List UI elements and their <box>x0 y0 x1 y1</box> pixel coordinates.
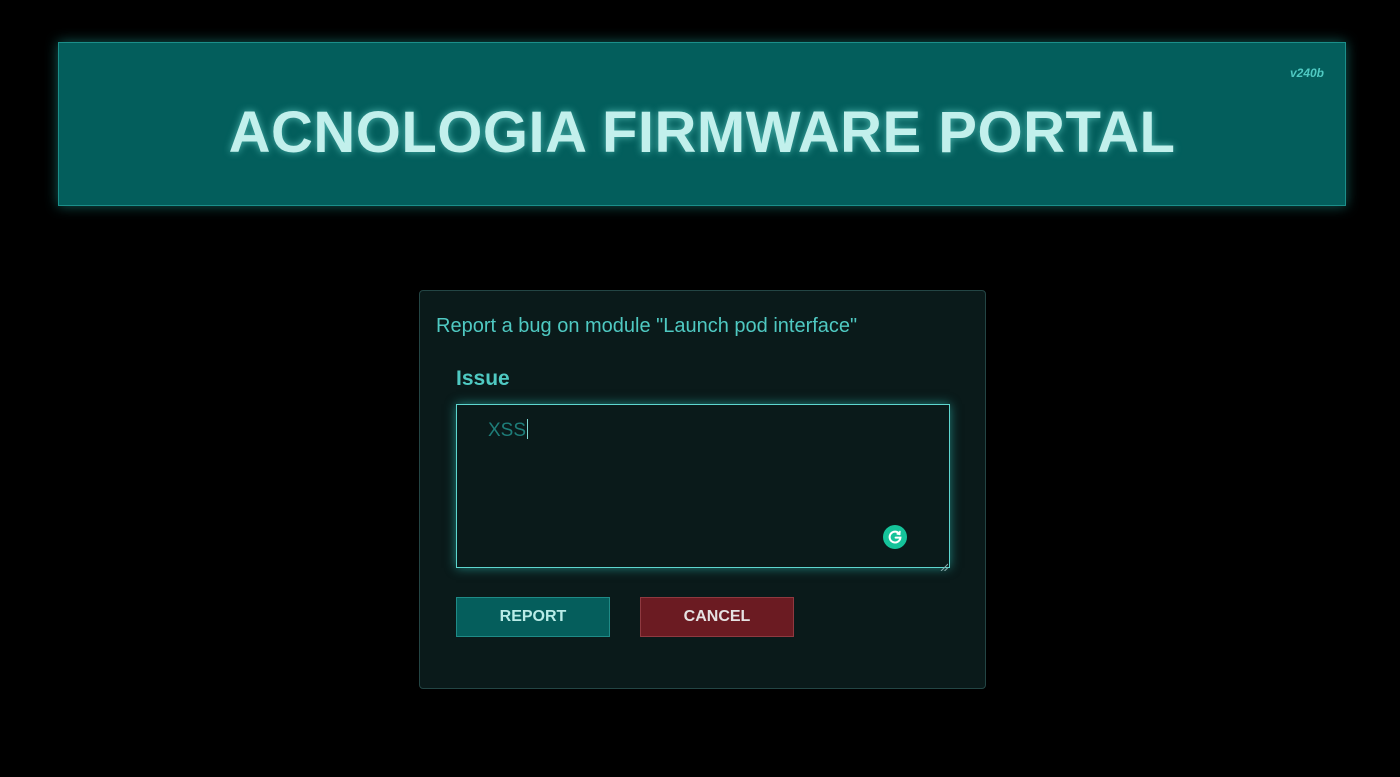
bug-report-panel: Report a bug on module "Launch pod inter… <box>419 290 986 689</box>
report-button[interactable]: REPORT <box>456 597 610 637</box>
text-caret <box>527 419 529 439</box>
grammarly-g-icon[interactable] <box>883 525 907 549</box>
panel-heading: Report a bug on module "Launch pod inter… <box>436 315 858 337</box>
issue-label: Issue <box>456 367 510 390</box>
version-label: v240b <box>1289 66 1324 80</box>
resize-grip-icon[interactable] <box>940 558 949 572</box>
issue-text: XSS <box>488 420 527 441</box>
grammarly-g-glyph <box>888 530 902 544</box>
cancel-button[interactable]: CANCEL <box>640 597 794 637</box>
header-banner: v240b ACNOLOGIA FIRMWARE PORTAL <box>58 42 1346 206</box>
issue-textarea[interactable]: XSS <box>456 404 950 572</box>
issue-textarea-value: XSS <box>488 419 529 442</box>
page-title: ACNOLOGIA FIRMWARE PORTAL <box>228 100 1176 165</box>
resize-grip-glyph <box>940 563 949 572</box>
